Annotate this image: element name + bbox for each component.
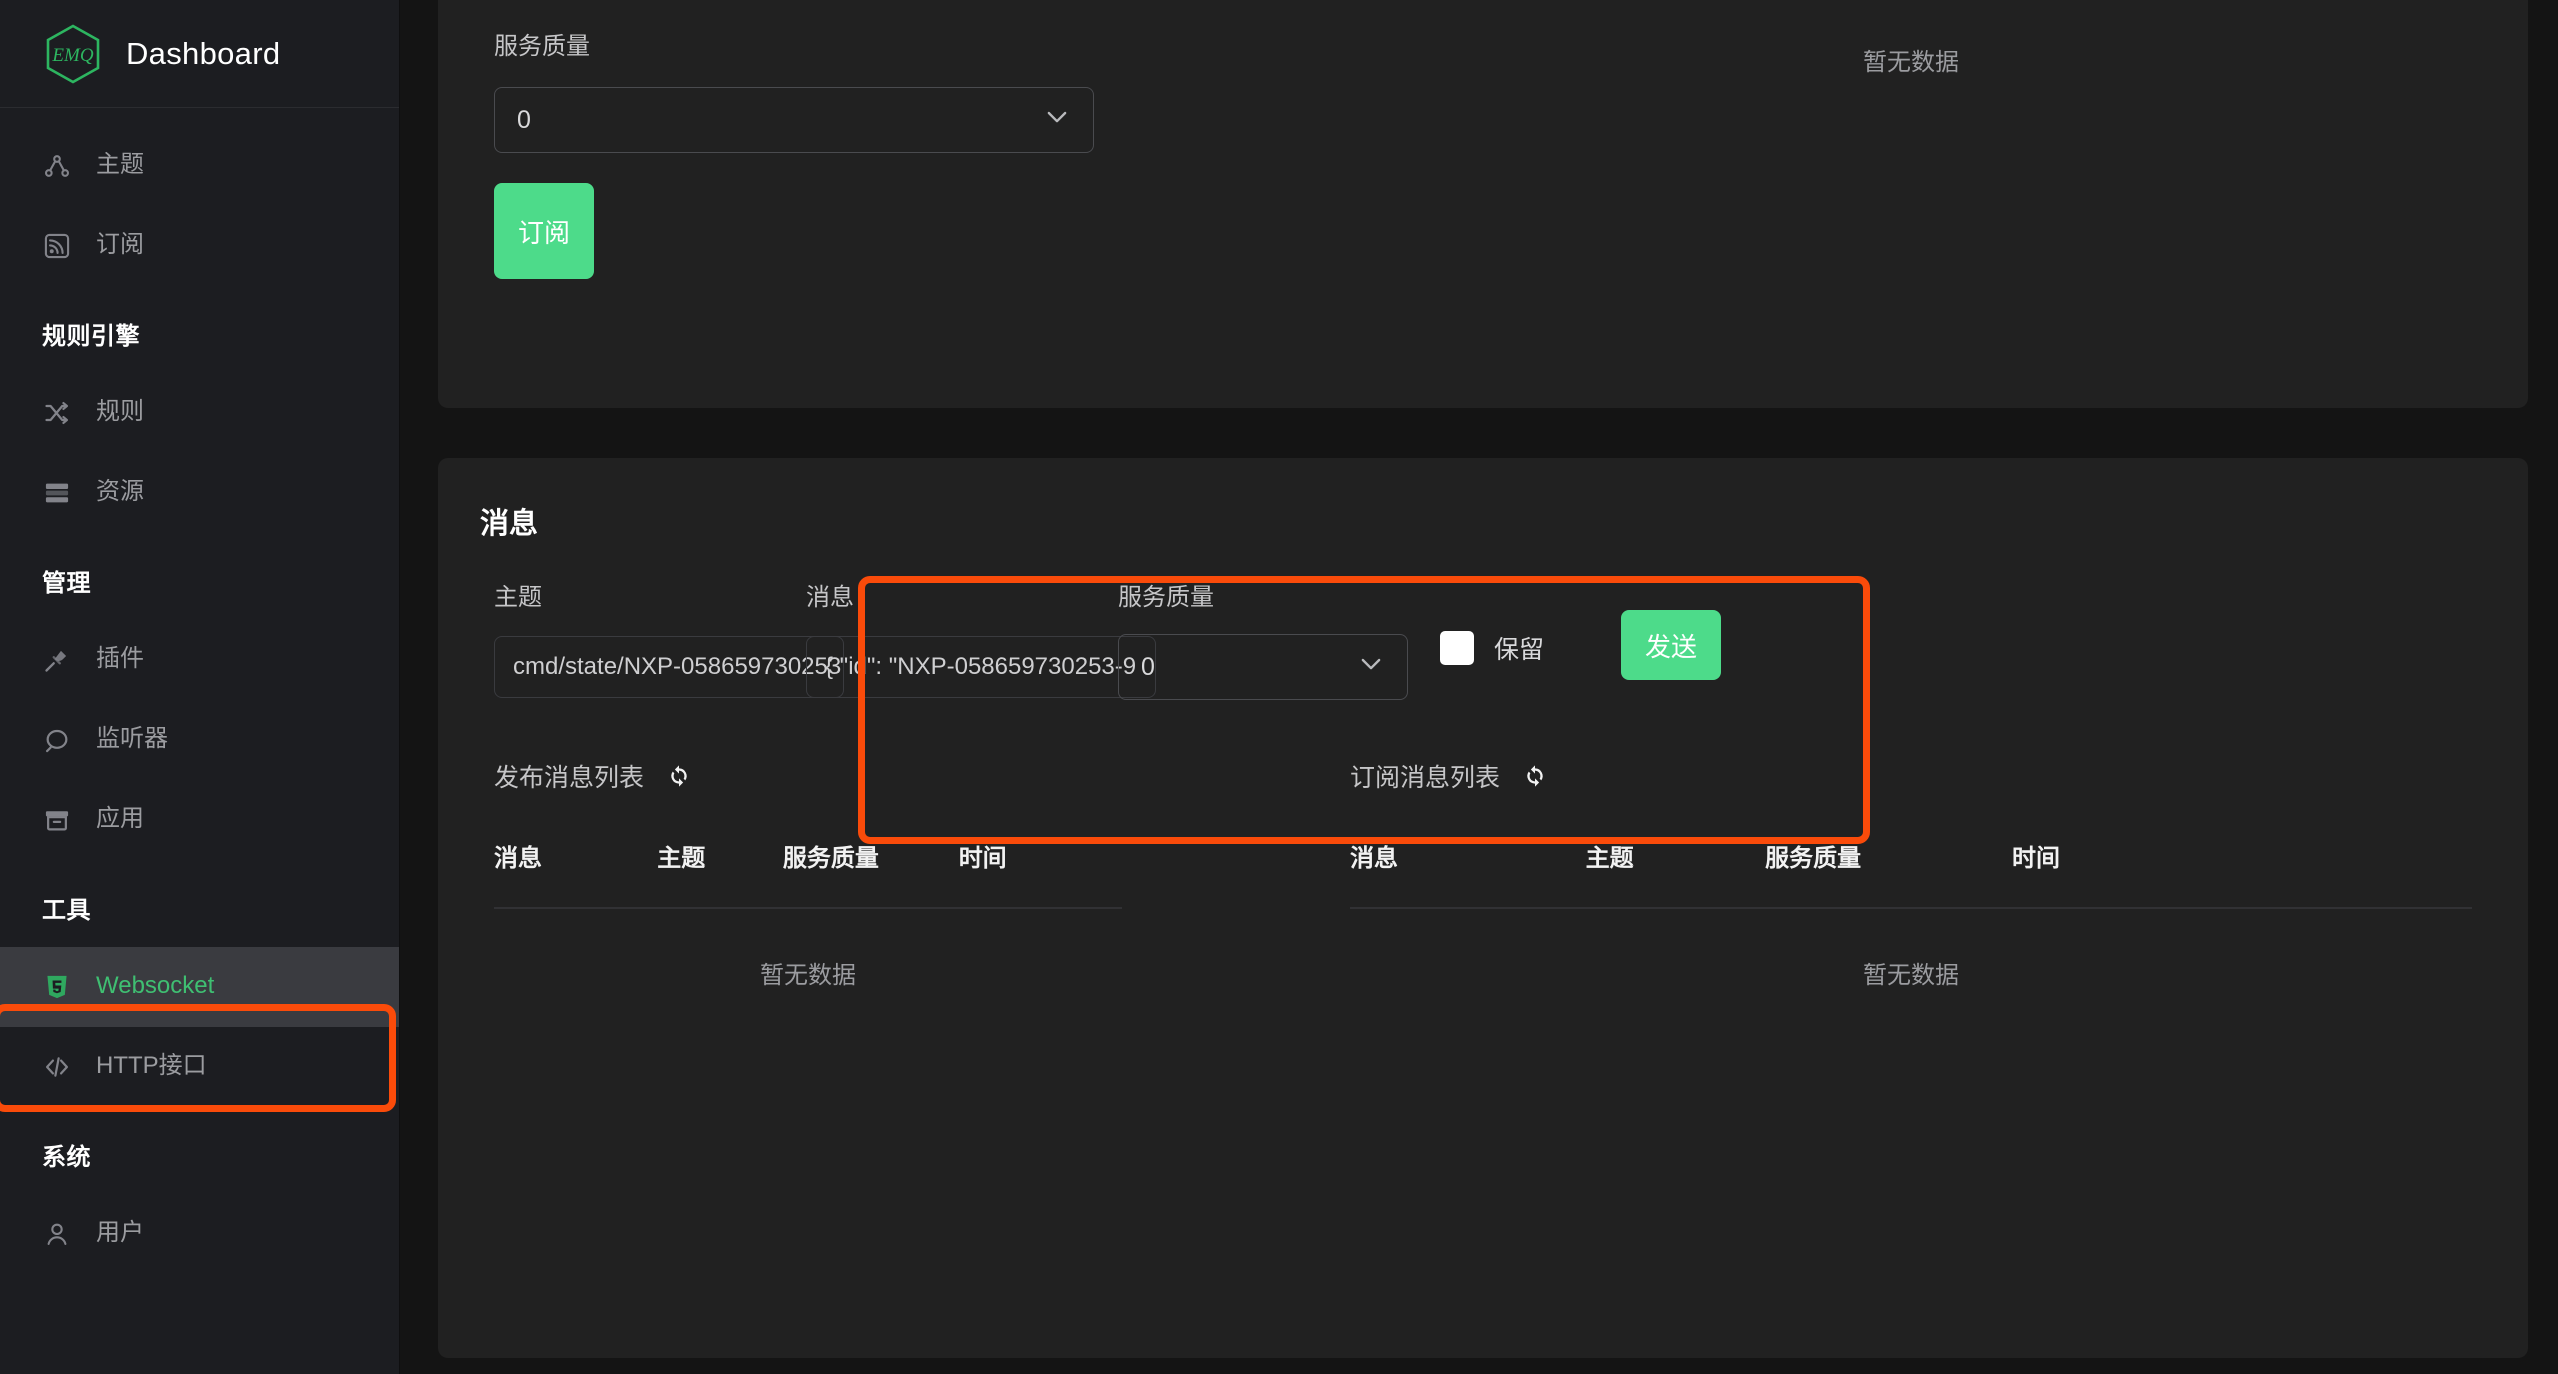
subscribe-qos-label: 服务质量 <box>494 33 590 60</box>
subscribe-table: 消息 主题 服务质量 时间 暂无数据 <box>1350 838 2472 990</box>
column-header-message: 消息 <box>1350 838 1586 909</box>
sidebar-item-subscription[interactable]: 订阅 <box>0 206 399 286</box>
refresh-icon[interactable] <box>1522 763 1548 789</box>
subscribe-qos-value: 0 <box>517 105 531 134</box>
table-header-row: 消息 主题 服务质量 时间 <box>494 838 1122 909</box>
subscribe-button[interactable]: 订阅 <box>494 183 594 279</box>
sidebar-item-label: 应用 <box>96 805 144 832</box>
sidebar-item-http-api[interactable]: HTTP接口 <box>0 1027 399 1107</box>
publish-qos-select[interactable]: 0 <box>1118 634 1408 700</box>
subscribe-list-title: 订阅消息列表 <box>1350 764 1501 792</box>
sidebar-item-rules[interactable]: 规则 <box>0 373 399 453</box>
subscribe-card: 服务质量 0 订阅 暂无数据 <box>438 0 2528 408</box>
publish-qos-group: 服务质量 0 <box>1118 586 1408 700</box>
message-card-title: 消息 <box>480 508 539 540</box>
sidebar-item-label: 主题 <box>96 151 144 178</box>
publish-qos-value: 0 <box>1141 652 1155 681</box>
sidebar-item-label: 监听器 <box>96 725 168 752</box>
column-header-topic: 主题 <box>657 838 783 909</box>
sidebar-item-websocket[interactable]: Websocket <box>0 947 399 1027</box>
subscribe-card-right-table: 暂无数据 <box>1350 0 2472 77</box>
topic-label: 主题 <box>494 584 542 611</box>
sidebar: EMQ Dashboard 主题 订阅 规则引擎 规则 资源 管理 插件 监听器… <box>0 0 400 1374</box>
server-icon <box>42 478 72 508</box>
sidebar-item-listeners[interactable]: 监听器 <box>0 700 399 780</box>
app-root: EMQ Dashboard 主题 订阅 规则引擎 规则 资源 管理 插件 监听器… <box>0 0 2558 1374</box>
publish-list-header: 发布消息列表 <box>494 758 1122 794</box>
subscription-icon <box>42 231 72 261</box>
listener-icon <box>42 725 72 755</box>
subscribe-table-empty: 暂无数据 <box>1863 49 1959 76</box>
sidebar-item-resources[interactable]: 资源 <box>0 453 399 533</box>
main-content: 服务质量 0 订阅 暂无数据 消息 主题 cmd/state/NXP-05865… <box>400 0 2558 1374</box>
publish-table: 消息 主题 服务质量 时间 暂无数据 <box>494 838 1122 990</box>
publish-table-head: 消息 主题 服务质量 时间 <box>494 838 1122 909</box>
sidebar-item-label: 资源 <box>96 478 144 505</box>
sidebar-group-title-system: 系统 <box>42 1144 91 1171</box>
retain-checkbox[interactable] <box>1440 631 1474 665</box>
topic-icon <box>42 151 72 181</box>
subscribe-qos-group: 服务质量 0 <box>494 35 1094 153</box>
column-header-qos: 服务质量 <box>782 838 959 909</box>
publish-table-body: 暂无数据 <box>494 908 1122 990</box>
retain-label: 保留 <box>1494 636 1545 664</box>
column-header-time: 时间 <box>2011 838 2472 909</box>
message-input[interactable]: { "id": "NXP-058659730253-9 <box>806 636 1156 698</box>
svg-text:EMQ: EMQ <box>51 45 93 66</box>
message-field-group: 消息 { "id": "NXP-058659730253-9 <box>806 586 1156 698</box>
sidebar-item-users[interactable]: 用户 <box>0 1194 399 1274</box>
refresh-icon[interactable] <box>666 763 692 789</box>
sidebar-item-label: 规则 <box>96 398 144 425</box>
shuffle-icon <box>42 398 72 428</box>
column-header-message: 消息 <box>494 838 658 909</box>
table-empty-row: 暂无数据 <box>1350 908 2472 990</box>
topic-field-group: 主题 cmd/state/NXP-058659730253 <box>494 586 844 698</box>
sidebar-item-label: HTTP接口 <box>96 1052 207 1079</box>
column-header-topic: 主题 <box>1585 838 1766 909</box>
sidebar-item-plugins[interactable]: 插件 <box>0 620 399 700</box>
brand-header: EMQ Dashboard <box>0 0 399 108</box>
code-icon <box>42 1052 72 1082</box>
brand-title: Dashboard <box>126 35 281 71</box>
subscribe-message-list: 订阅消息列表 消息 主题 服务质量 时间 暂无数据 <box>1350 758 2472 990</box>
sidebar-group-title-tools: 工具 <box>42 897 91 924</box>
app-icon <box>42 805 72 835</box>
publish-list-title: 发布消息列表 <box>494 764 645 792</box>
sidebar-item-label: 订阅 <box>96 231 144 258</box>
publish-message-list: 发布消息列表 消息 主题 服务质量 时间 暂无数据 <box>494 758 1122 990</box>
sidebar-item-label: 用户 <box>96 1219 144 1246</box>
topic-input[interactable]: cmd/state/NXP-058659730253 <box>494 636 844 698</box>
retain-checkbox-group[interactable]: 保留 <box>1440 630 1544 666</box>
message-card: 消息 主题 cmd/state/NXP-058659730253 消息 { "i… <box>438 458 2528 1358</box>
subscribe-list-header: 订阅消息列表 <box>1350 758 2472 794</box>
sidebar-item-topic[interactable]: 主题 <box>0 126 399 206</box>
sidebar-item-applications[interactable]: 应用 <box>0 780 399 860</box>
publish-table-empty: 暂无数据 <box>760 962 856 989</box>
table-header-row: 消息 主题 服务质量 时间 <box>1350 838 2472 909</box>
message-label: 消息 <box>806 584 854 611</box>
sidebar-group-title-rule-engine: 规则引擎 <box>42 323 140 350</box>
plug-icon <box>42 645 72 675</box>
sidebar-nav: 主题 订阅 规则引擎 规则 资源 管理 插件 监听器 应用 工具 Websock… <box>0 108 399 1274</box>
publish-qos-label: 服务质量 <box>1118 584 1214 611</box>
emq-logo-icon: EMQ <box>42 23 104 85</box>
column-header-time: 时间 <box>958 838 1122 909</box>
html5-icon <box>42 972 72 1002</box>
subscribe-qos-select[interactable]: 0 <box>494 87 1094 153</box>
sidebar-group-title-management: 管理 <box>42 570 91 597</box>
sidebar-item-label: Websocket <box>96 972 215 999</box>
subscribe-table-body: 暂无数据 <box>1350 908 2472 990</box>
subscribe-table-empty: 暂无数据 <box>1863 962 1959 989</box>
chevron-down-icon <box>1043 103 1071 138</box>
send-button[interactable]: 发送 <box>1621 610 1721 680</box>
subscribe-table-head: 消息 主题 服务质量 时间 <box>1350 838 2472 909</box>
table-empty-row: 暂无数据 <box>494 908 1122 990</box>
sidebar-item-label: 插件 <box>96 645 144 672</box>
user-icon <box>42 1219 72 1249</box>
column-header-qos: 服务质量 <box>1765 838 2012 909</box>
chevron-down-icon <box>1357 650 1385 685</box>
